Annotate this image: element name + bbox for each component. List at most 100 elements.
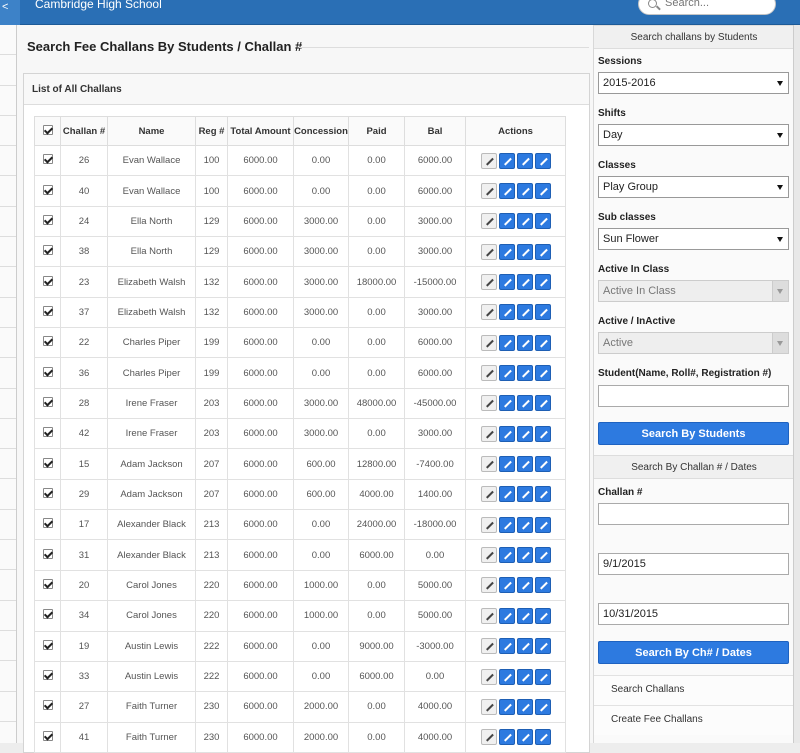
pay-challan-button[interactable] [516,365,533,382]
row-checkbox[interactable] [42,275,53,286]
pay-challan-button[interactable] [516,243,533,260]
edit-challan-button[interactable] [498,486,515,503]
view-challan-button[interactable] [480,274,497,291]
sessions-select[interactable]: 2015-2016 [598,72,789,94]
date-to-input[interactable]: 10/31/2015 [598,603,789,625]
pay-challan-button[interactable] [516,547,533,564]
view-challan-button[interactable] [480,638,497,655]
pay-challan-button[interactable] [516,152,533,169]
view-challan-button[interactable] [480,213,497,230]
pay-challan-button[interactable] [516,274,533,291]
row-checkbox[interactable] [42,609,53,620]
view-challan-button[interactable] [480,183,497,200]
date-from-input[interactable]: 9/1/2015 [598,553,789,575]
print-challan-button[interactable] [534,486,551,503]
classes-select[interactable]: Play Group [598,176,789,198]
edit-challan-button[interactable] [498,516,515,533]
print-challan-button[interactable] [534,668,551,685]
row-checkbox[interactable] [42,366,53,377]
col-paid[interactable]: Paid [348,116,405,146]
print-challan-button[interactable] [534,243,551,260]
pay-challan-button[interactable] [516,577,533,594]
print-challan-button[interactable] [534,365,551,382]
row-select-cell[interactable] [34,539,61,571]
view-challan-button[interactable] [480,668,497,685]
pay-challan-button[interactable] [516,395,533,412]
global-search[interactable] [638,0,776,15]
search-challans-link[interactable]: Search Challans [594,675,794,705]
row-select-cell[interactable] [34,721,61,753]
row-checkbox[interactable] [42,487,53,498]
row-checkbox[interactable] [42,336,53,347]
row-checkbox[interactable] [42,214,53,225]
view-challan-button[interactable] [480,547,497,564]
row-checkbox[interactable] [42,639,53,650]
student-search-input[interactable] [598,385,789,407]
view-challan-button[interactable] [480,516,497,533]
view-challan-button[interactable] [480,486,497,503]
row-select-cell[interactable] [34,478,61,511]
active-inactive-select[interactable]: Active [598,332,789,354]
print-challan-button[interactable] [534,425,551,442]
edit-challan-button[interactable] [498,638,515,655]
edit-challan-button[interactable] [498,395,515,412]
print-challan-button[interactable] [534,638,551,655]
create-fee-challans-link[interactable]: Create Fee Challans [594,705,794,735]
pay-challan-button[interactable] [516,698,533,715]
print-challan-button[interactable] [534,274,551,291]
col-total[interactable]: Total Amount [227,116,294,146]
pay-challan-button[interactable] [516,668,533,685]
view-challan-button[interactable] [480,425,497,442]
print-challan-button[interactable] [534,183,551,200]
row-select-cell[interactable] [34,144,61,177]
row-select-cell[interactable] [34,296,61,329]
pay-challan-button[interactable] [516,516,533,533]
row-checkbox[interactable] [42,548,53,559]
search-by-challan-button[interactable]: Search By Ch# / Dates [598,641,789,664]
print-challan-button[interactable] [534,334,551,351]
active-in-class-select[interactable]: Active In Class [598,280,789,302]
row-checkbox[interactable] [42,700,53,711]
pay-challan-button[interactable] [516,456,533,473]
col-challan[interactable]: Challan # [60,116,108,146]
row-select-cell[interactable] [34,266,61,298]
view-challan-button[interactable] [480,304,497,321]
pay-challan-button[interactable] [516,607,533,624]
search-input[interactable] [665,0,770,9]
row-select-cell[interactable] [34,357,61,389]
edit-challan-button[interactable] [498,243,515,260]
print-challan-button[interactable] [534,516,551,533]
row-checkbox[interactable] [42,305,53,316]
col-reg[interactable]: Reg # [195,116,228,146]
row-checkbox[interactable] [42,154,53,165]
row-select-cell[interactable] [34,691,61,723]
row-checkbox[interactable] [42,184,53,195]
col-name[interactable]: Name [107,116,196,146]
view-challan-button[interactable] [480,698,497,715]
view-challan-button[interactable] [480,365,497,382]
col-bal[interactable]: Bal [404,116,466,146]
print-challan-button[interactable] [534,547,551,564]
row-select-cell[interactable] [34,630,61,662]
row-select-cell[interactable] [34,418,61,450]
select-all-header[interactable] [34,116,61,146]
print-challan-button[interactable] [534,698,551,715]
row-checkbox[interactable] [42,518,53,529]
edit-challan-button[interactable] [498,334,515,351]
col-concession[interactable]: Concession [293,116,349,146]
edit-challan-button[interactable] [498,607,515,624]
row-select-cell[interactable] [34,509,61,541]
menu-toggle[interactable]: < [0,0,20,25]
challan-input[interactable] [598,503,789,525]
edit-challan-button[interactable] [498,577,515,594]
edit-challan-button[interactable] [498,304,515,321]
row-select-cell[interactable] [34,236,61,268]
row-checkbox[interactable] [42,396,53,407]
row-checkbox[interactable] [42,670,53,681]
subclasses-select[interactable]: Sun Flower [598,228,789,250]
row-checkbox[interactable] [42,427,53,438]
view-challan-button[interactable] [480,334,497,351]
edit-challan-button[interactable] [498,274,515,291]
edit-challan-button[interactable] [498,152,515,169]
edit-challan-button[interactable] [498,183,515,200]
